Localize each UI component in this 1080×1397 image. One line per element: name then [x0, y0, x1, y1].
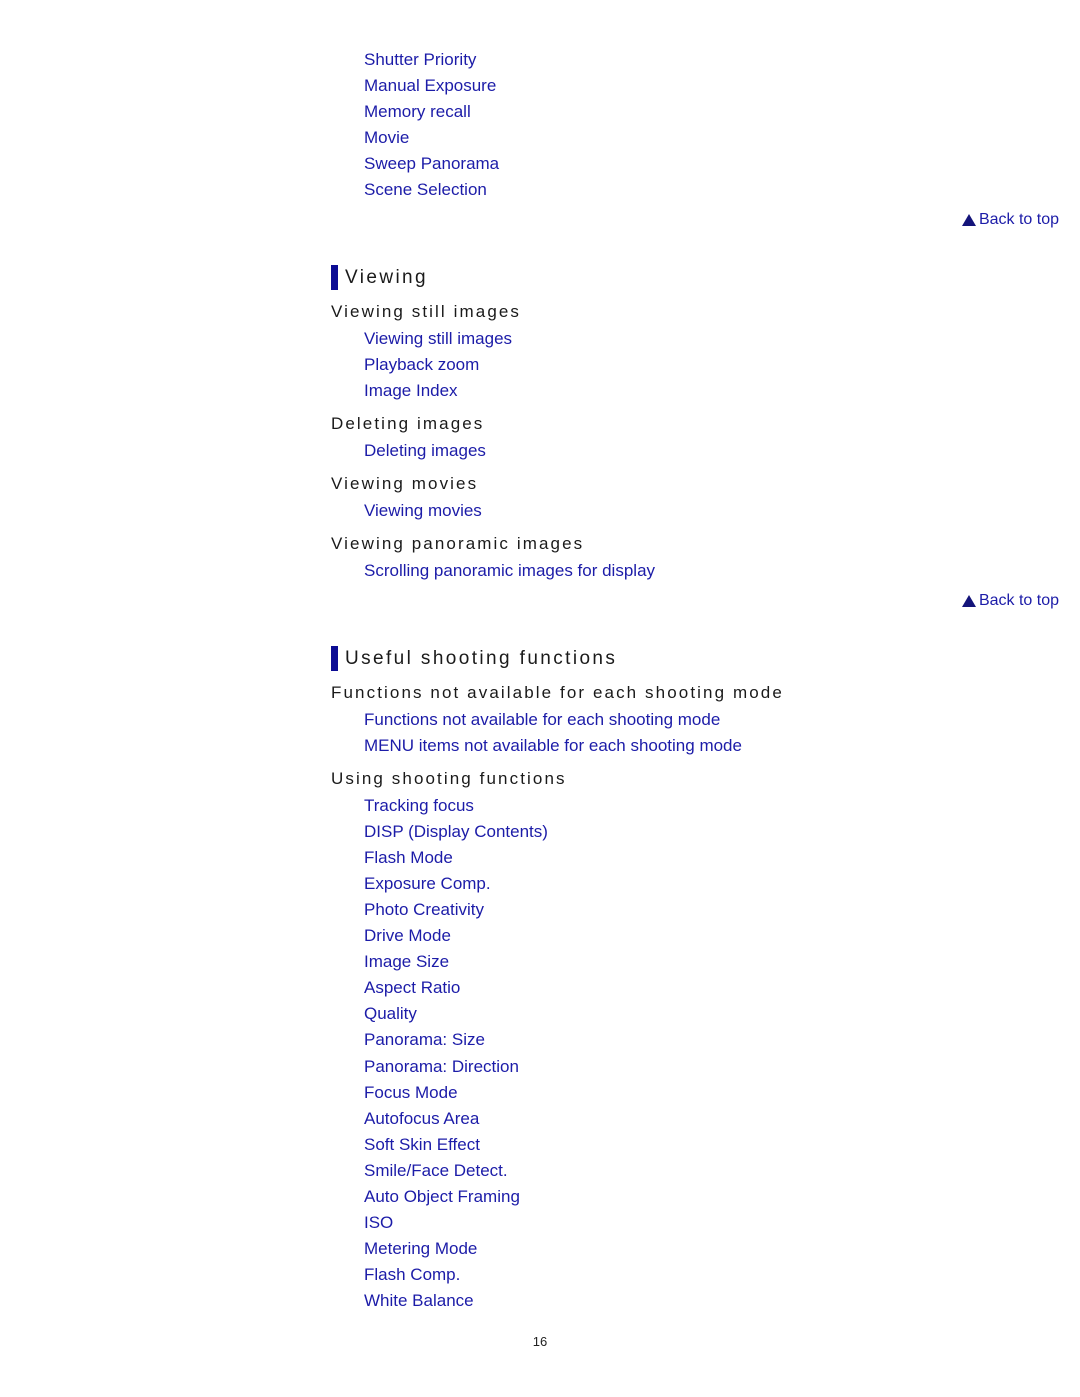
link-image-size[interactable]: Image Size: [364, 952, 449, 972]
link-autofocus-area[interactable]: Autofocus Area: [364, 1109, 479, 1129]
link-memory-recall[interactable]: Memory recall: [364, 102, 471, 122]
link-iso[interactable]: ISO: [364, 1213, 393, 1233]
link-shutter-priority[interactable]: Shutter Priority: [364, 50, 476, 70]
link-quality[interactable]: Quality: [364, 1004, 417, 1024]
link-playback-zoom[interactable]: Playback zoom: [364, 355, 479, 375]
section-bar-icon: [331, 265, 338, 290]
link-flash-mode[interactable]: Flash Mode: [364, 848, 453, 868]
link-metering-mode[interactable]: Metering Mode: [364, 1239, 477, 1259]
link-tracking-focus[interactable]: Tracking focus: [364, 796, 474, 816]
link-disp[interactable]: DISP (Display Contents): [364, 822, 548, 842]
subheading: Viewing movies: [331, 474, 479, 493]
up-triangle-icon: [961, 595, 976, 607]
link-soft-skin-effect[interactable]: Soft Skin Effect: [364, 1135, 480, 1155]
link-panorama-size[interactable]: Panorama: Size: [364, 1030, 485, 1050]
subheading: Using shooting functions: [331, 769, 567, 788]
link-panorama-direction[interactable]: Panorama: Direction: [364, 1057, 519, 1077]
link-manual-exposure[interactable]: Manual Exposure: [364, 76, 496, 96]
link-functions-not-available[interactable]: Functions not available for each shootin…: [364, 710, 720, 730]
manual-page: Shutter Priority Manual Exposure Memory …: [0, 0, 1080, 1397]
subheading: Deleting images: [331, 414, 485, 433]
subheading: Viewing still images: [331, 302, 522, 321]
link-image-index[interactable]: Image Index: [364, 381, 458, 401]
link-exposure-comp[interactable]: Exposure Comp.: [364, 874, 491, 894]
link-menu-items-not-available[interactable]: MENU items not available for each shooti…: [364, 736, 742, 756]
link-scene-selection[interactable]: Scene Selection: [364, 180, 487, 200]
link-aspect-ratio[interactable]: Aspect Ratio: [364, 978, 460, 998]
section-title: Viewing: [345, 266, 428, 288]
link-viewing-still-images[interactable]: Viewing still images: [364, 329, 512, 349]
link-smile-face-detect[interactable]: Smile/Face Detect.: [364, 1161, 508, 1181]
link-viewing-movies[interactable]: Viewing movies: [364, 501, 482, 521]
link-focus-mode[interactable]: Focus Mode: [364, 1083, 458, 1103]
link-white-balance[interactable]: White Balance: [364, 1291, 474, 1311]
back-to-top-link[interactable]: Back to top: [961, 211, 1059, 229]
link-movie[interactable]: Movie: [364, 128, 409, 148]
link-sweep-panorama[interactable]: Sweep Panorama: [364, 154, 499, 174]
section-bar-icon: [331, 646, 338, 671]
link-photo-creativity[interactable]: Photo Creativity: [364, 900, 484, 920]
section-title: Useful shooting functions: [345, 647, 618, 669]
link-auto-object-framing[interactable]: Auto Object Framing: [364, 1187, 520, 1207]
back-to-top-link[interactable]: Back to top: [961, 592, 1059, 610]
subheading: Functions not available for each shootin…: [331, 683, 784, 702]
link-deleting-images[interactable]: Deleting images: [364, 441, 486, 461]
up-triangle-icon: [961, 214, 976, 226]
link-scrolling-panoramic[interactable]: Scrolling panoramic images for display: [364, 561, 655, 581]
section-useful-shooting-functions: Useful shooting functions: [331, 646, 617, 671]
subheading: Viewing panoramic images: [331, 534, 585, 553]
link-drive-mode[interactable]: Drive Mode: [364, 926, 451, 946]
back-to-top-label: Back to top: [978, 211, 1059, 228]
link-flash-comp[interactable]: Flash Comp.: [364, 1265, 460, 1285]
page-number: 16: [532, 1334, 548, 1349]
back-to-top-label: Back to top: [978, 592, 1059, 609]
section-viewing: Viewing: [331, 265, 428, 290]
